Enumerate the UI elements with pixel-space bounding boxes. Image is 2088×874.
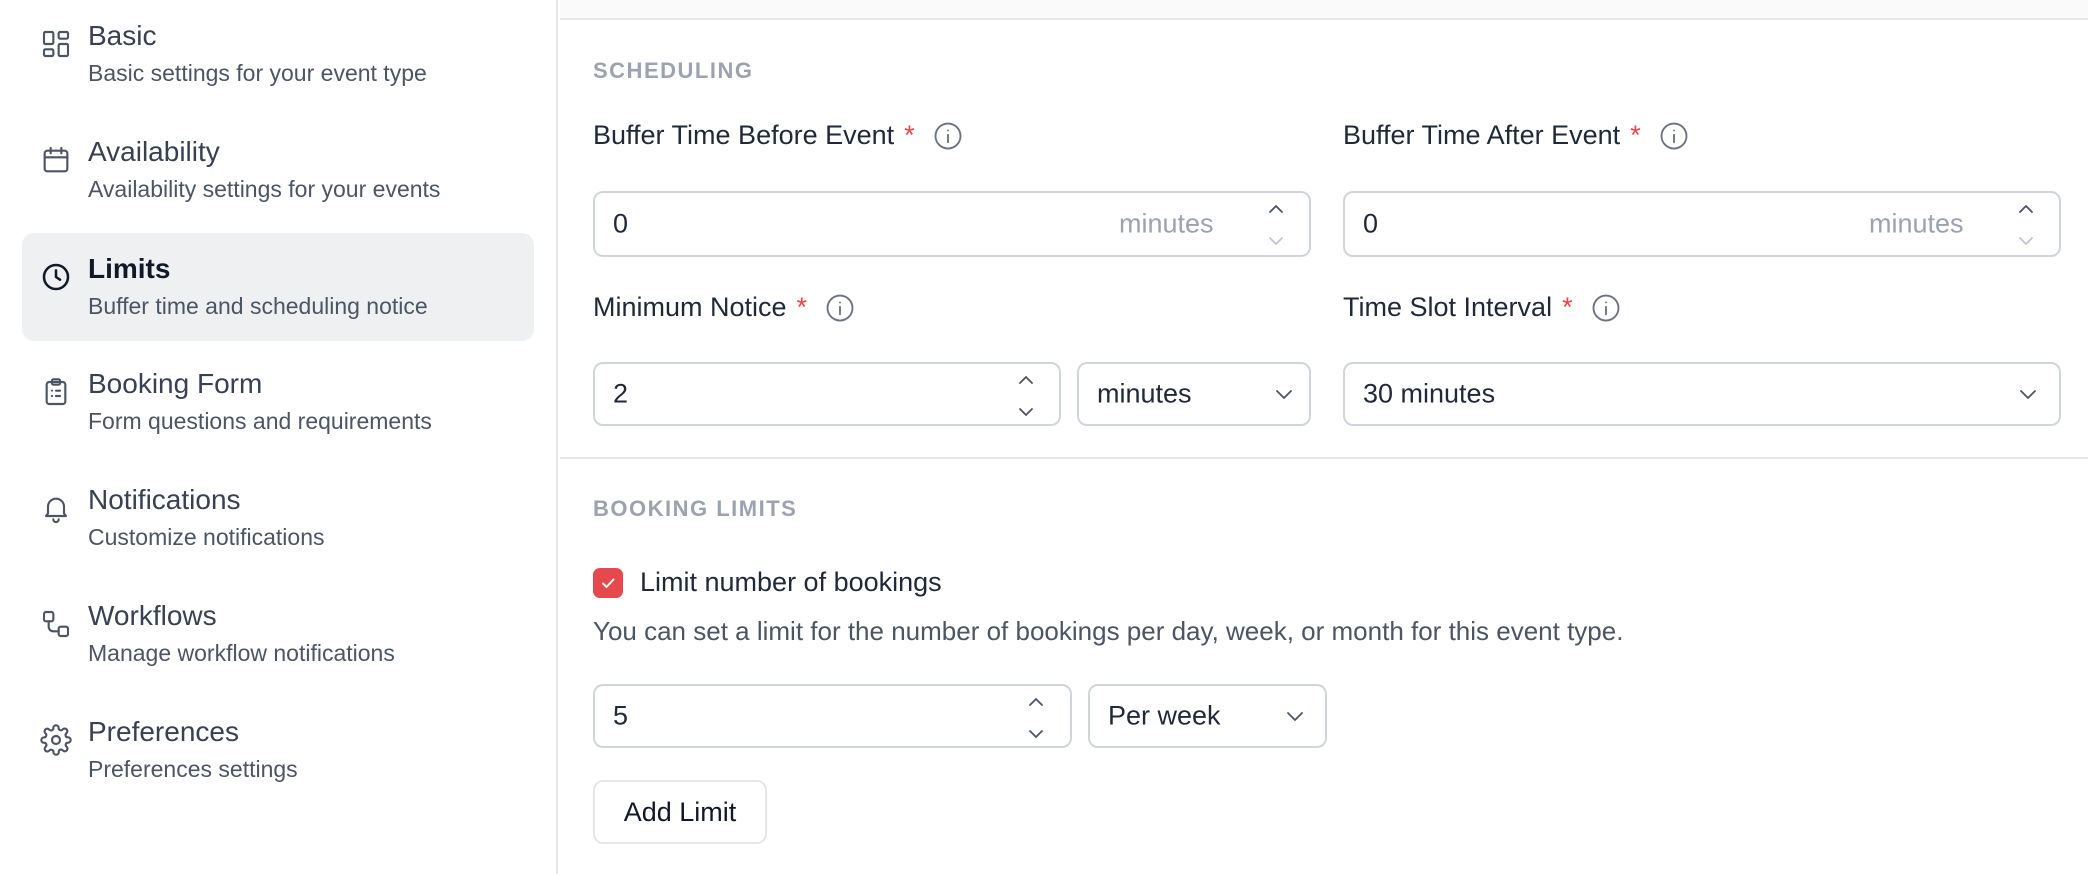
booking-limit-stepper[interactable] — [1025, 694, 1047, 742]
sidebar-item-title: Workflows — [88, 600, 217, 631]
bell-icon — [40, 492, 72, 524]
sidebar-item-subtitle: Manage workflow notifications — [88, 640, 395, 666]
sidebar-item-basic[interactable]: Basic Basic settings for your event type — [22, 0, 534, 108]
sidebar-item-title: Limits — [88, 253, 171, 284]
limit-bookings-label[interactable]: Limit number of bookings — [640, 567, 942, 598]
limit-bookings-checkbox[interactable] — [593, 568, 623, 598]
panel-header-strip — [560, 0, 2088, 20]
required-marker: * — [1562, 292, 1573, 322]
required-marker: * — [796, 292, 808, 322]
info-icon[interactable] — [1591, 293, 1621, 323]
gear-icon — [40, 724, 72, 756]
chevron-up-icon[interactable] — [1015, 372, 1037, 388]
buffer-after-stepper[interactable] — [2015, 201, 2037, 249]
chevron-down-icon — [1273, 387, 1295, 401]
settings-sidebar: Basic Basic settings for your event type… — [0, 0, 558, 874]
booking-limits-section-title: BOOKING LIMITS — [593, 496, 798, 521]
chevron-down-icon[interactable] — [2015, 233, 2037, 249]
info-icon[interactable] — [933, 121, 963, 151]
buffer-after-suffix: minutes — [1869, 208, 1964, 239]
buffer-after-value: 0 — [1363, 208, 1379, 239]
time-slot-interval-value: 30 minutes — [1363, 378, 1496, 409]
chevron-down-icon — [2017, 387, 2039, 401]
info-icon[interactable] — [1659, 121, 1689, 151]
scheduling-section-title: SCHEDULING — [593, 58, 754, 83]
buffer-after-input[interactable]: 0 minutes — [1343, 191, 2061, 257]
calendar-icon — [40, 144, 72, 176]
clipboard-icon — [40, 376, 72, 408]
buffer-before-label-text: Buffer Time Before Event — [593, 120, 895, 150]
section-divider — [560, 457, 2088, 459]
minimum-notice-value: 2 — [613, 378, 629, 409]
booking-limit-period-select[interactable]: Per week — [1088, 684, 1327, 748]
sidebar-item-notifications[interactable]: Notifications Customize notifications — [22, 464, 534, 572]
sidebar-item-subtitle: Basic settings for your event type — [88, 60, 427, 86]
sidebar-item-booking-form[interactable]: Booking Form Form questions and requirem… — [22, 348, 534, 456]
sidebar-item-title: Notifications — [88, 484, 241, 515]
minimum-notice-label-text: Minimum Notice — [593, 292, 787, 322]
minimum-notice-label: Minimum Notice * — [593, 292, 855, 323]
buffer-before-value: 0 — [613, 208, 629, 239]
chevron-down-icon[interactable] — [1265, 233, 1287, 249]
chevron-down-icon — [1284, 709, 1306, 723]
check-icon — [602, 578, 615, 588]
buffer-before-stepper[interactable] — [1265, 201, 1287, 249]
time-slot-interval-label-text: Time Slot Interval — [1343, 292, 1553, 322]
grid-icon — [40, 28, 72, 60]
add-limit-button[interactable]: Add Limit — [593, 780, 767, 844]
sidebar-item-title: Availability — [88, 136, 220, 167]
sidebar-item-subtitle: Availability settings for your events — [88, 176, 441, 202]
buffer-before-suffix: minutes — [1119, 208, 1214, 239]
sidebar-item-availability[interactable]: Availability Availability settings for y… — [22, 116, 534, 224]
required-marker: * — [904, 120, 915, 150]
booking-limit-count-value: 5 — [613, 700, 629, 731]
sidebar-item-title: Basic — [88, 20, 157, 51]
booking-limit-period-value: Per week — [1108, 700, 1221, 731]
booking-limit-count-input[interactable]: 5 — [593, 684, 1072, 748]
chevron-down-icon[interactable] — [1025, 726, 1047, 742]
required-marker: * — [1630, 120, 1641, 150]
sidebar-item-preferences[interactable]: Preferences Preferences settings — [22, 696, 534, 804]
time-slot-interval-label: Time Slot Interval * — [1343, 292, 1621, 323]
minimum-notice-stepper[interactable] — [1015, 372, 1037, 420]
sidebar-item-title: Preferences — [88, 716, 239, 747]
workflow-icon — [40, 608, 72, 640]
buffer-after-label: Buffer Time After Event * — [1343, 120, 1689, 151]
sidebar-item-subtitle: Form questions and requirements — [88, 408, 432, 434]
minimum-notice-unit-value: minutes — [1097, 378, 1192, 409]
chevron-up-icon[interactable] — [1265, 201, 1287, 217]
booking-limits-help-text: You can set a limit for the number of bo… — [593, 616, 1624, 646]
limits-panel: SCHEDULING Buffer Time Before Event * 0 … — [560, 0, 2088, 874]
clock-icon — [40, 261, 72, 293]
buffer-before-label: Buffer Time Before Event * — [593, 120, 963, 151]
sidebar-item-workflows[interactable]: Workflows Manage workflow notifications — [22, 580, 534, 688]
minimum-notice-input[interactable]: 2 — [593, 362, 1061, 426]
chevron-up-icon[interactable] — [2015, 201, 2037, 217]
sidebar-item-subtitle: Customize notifications — [88, 524, 325, 550]
sidebar-item-title: Booking Form — [88, 368, 263, 399]
info-icon[interactable] — [825, 293, 855, 323]
sidebar-item-limits[interactable]: Limits Buffer time and scheduling notice — [22, 233, 534, 341]
minimum-notice-unit-select[interactable]: minutes — [1077, 362, 1311, 426]
sidebar-item-subtitle: Preferences settings — [88, 756, 298, 782]
time-slot-interval-select[interactable]: 30 minutes — [1343, 362, 2061, 426]
buffer-before-input[interactable]: 0 minutes — [593, 191, 1311, 257]
sidebar-item-subtitle: Buffer time and scheduling notice — [88, 293, 428, 319]
chevron-down-icon[interactable] — [1015, 404, 1037, 420]
chevron-up-icon[interactable] — [1025, 694, 1047, 710]
buffer-after-label-text: Buffer Time After Event — [1343, 120, 1621, 150]
